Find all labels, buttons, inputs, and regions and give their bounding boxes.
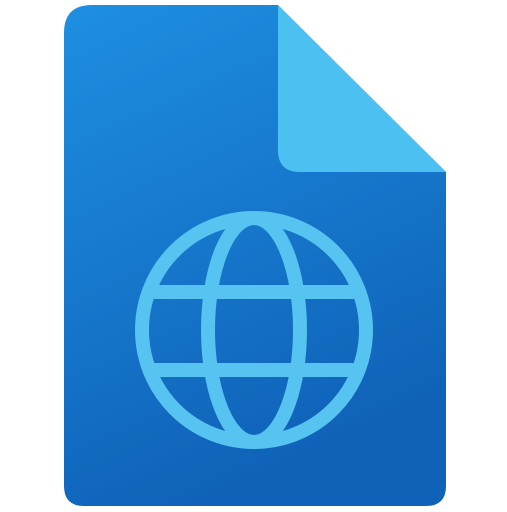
folded-corner (278, 5, 446, 172)
document-page (64, 5, 446, 506)
web-document-file-icon (64, 5, 446, 506)
icon-canvas (0, 0, 507, 512)
